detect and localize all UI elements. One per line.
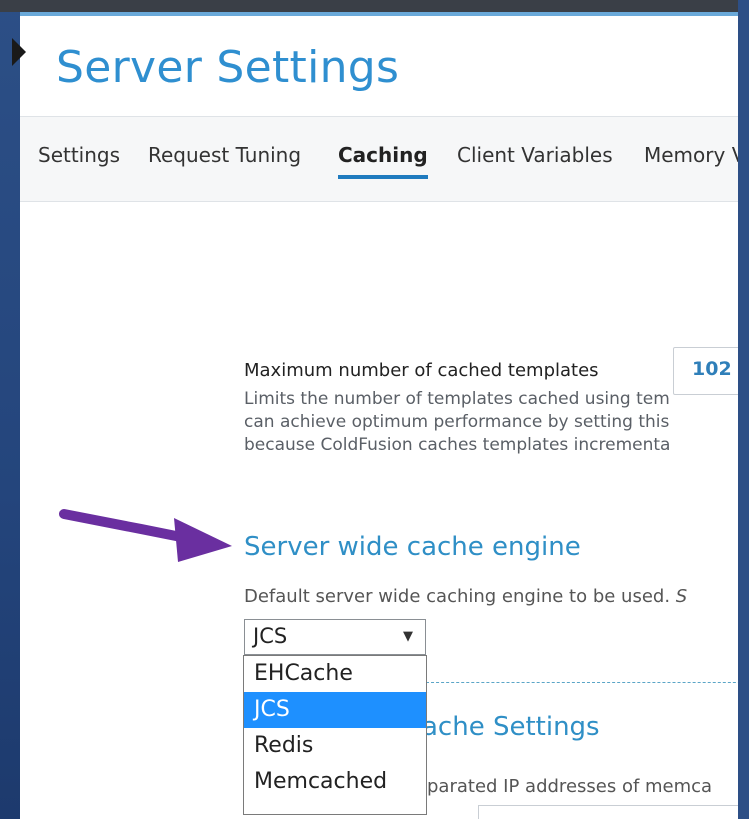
left-pointer-icon (12, 38, 26, 66)
cache-engine-heading: Server wide cache engine (244, 532, 581, 562)
dropdown-option-ehcache[interactable]: EHCache (244, 656, 426, 692)
description-line: because ColdFusion caches templates incr… (244, 435, 671, 455)
window-top-bar (0, 0, 749, 12)
memcached-help: parated IP addresses of memca (427, 776, 713, 797)
cached-templates-description: Limits the number of templates cached us… (244, 388, 738, 457)
dropdown-option-jcs[interactable]: JCS (244, 692, 426, 728)
cache-engine-help: Default server wide caching engine to be… (244, 586, 687, 607)
tab-caching[interactable]: Caching (338, 143, 428, 179)
settings-panel: Server Settings Settings Request Tuning … (20, 12, 738, 819)
tab-settings[interactable]: Settings (38, 143, 120, 167)
tab-caching-label: Caching (338, 143, 428, 167)
page-title: Server Settings (56, 42, 400, 93)
memcached-servers-input[interactable] (478, 805, 738, 819)
cache-engine-help-text: Default server wide caching engine to be… (244, 586, 676, 607)
chevron-down-icon: ▼ (403, 629, 413, 644)
cache-engine-dropdown-list: EHCache JCS Redis Memcached (243, 655, 427, 815)
section-divider (426, 682, 738, 683)
tab-bar: Settings Request Tuning Caching Client V… (20, 116, 738, 202)
cache-engine-help-emphasis: S (675, 586, 688, 607)
active-tab-underline (338, 175, 428, 179)
dropdown-option-redis[interactable]: Redis (244, 728, 426, 764)
background-gutter (738, 0, 749, 819)
tab-request-tuning[interactable]: Request Tuning (148, 143, 301, 167)
cached-templates-label: Maximum number of cached templates (244, 360, 599, 381)
arrow-right-icon (59, 509, 232, 562)
description-line: can achieve optimum performance by setti… (244, 412, 670, 432)
cache-engine-select[interactable]: JCS ▼ (244, 619, 426, 655)
tab-client-variables[interactable]: Client Variables (457, 143, 613, 167)
panel-top-border (20, 12, 738, 16)
memcached-settings-heading: ache Settings (422, 712, 600, 742)
tab-memory[interactable]: Memory V (644, 143, 738, 167)
description-line: Limits the number of templates cached us… (244, 389, 670, 409)
cache-engine-selected-value: JCS (253, 624, 288, 648)
dropdown-option-memcached[interactable]: Memcached (244, 764, 426, 800)
